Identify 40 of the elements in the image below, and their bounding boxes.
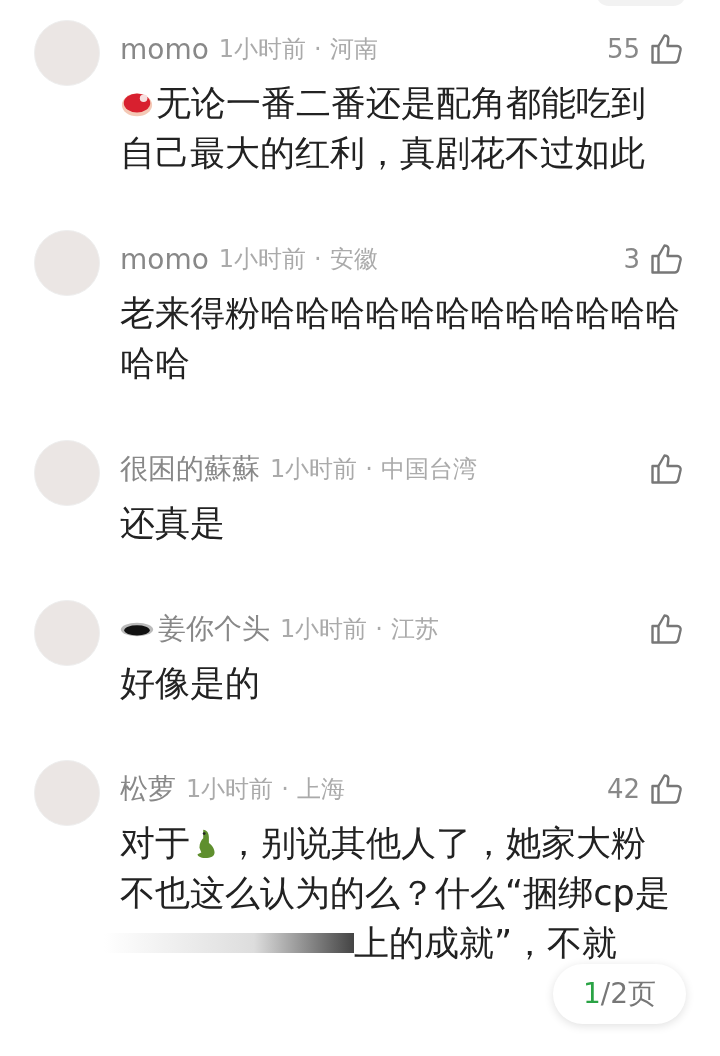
separator-dot: ·: [364, 455, 374, 483]
like-count: 55: [606, 34, 640, 64]
separator-dot: ·: [313, 245, 323, 273]
comment-text: 无论一番二番还是配角都能吃到: [156, 82, 646, 125]
comment-text: 还真是: [120, 502, 225, 545]
separator-dot: ·: [374, 615, 384, 643]
thumbs-up-icon[interactable]: [648, 451, 684, 487]
comment-time: 1小时前: [218, 34, 307, 65]
user-name[interactable]: 很困的蘇蘇: [120, 450, 260, 488]
comment-time: 1小时前: [218, 244, 307, 275]
page-indicator[interactable]: 1/2页: [552, 964, 686, 1024]
comment-text: 老来得粉哈哈哈哈哈哈哈哈哈哈哈哈: [120, 292, 680, 335]
comment-location: 安徽: [329, 244, 378, 275]
comment-text: 上的成就”，不就: [354, 922, 618, 965]
comment-text: 哈哈: [120, 342, 190, 385]
comment-time: 1小时前: [186, 774, 274, 805]
user-name[interactable]: 姜你个头: [158, 610, 270, 648]
comment-text: ，别说其他人了，她家大粉: [226, 822, 646, 865]
comment-text: 好像是的: [120, 662, 260, 705]
like-count: 42: [606, 774, 640, 804]
comment-location: 中国台湾: [380, 454, 477, 485]
user-name[interactable]: momo: [120, 242, 209, 276]
thumbs-up-icon[interactable]: [648, 31, 684, 67]
comment-location: 江苏: [390, 614, 439, 645]
like-count: 3: [623, 244, 640, 274]
user-name[interactable]: momo: [120, 32, 209, 66]
thumbs-up-icon[interactable]: [648, 611, 684, 647]
comment-location: 上海: [296, 774, 345, 805]
thumbs-up-icon[interactable]: [648, 771, 684, 807]
separator-dot: ·: [313, 35, 323, 63]
thumbs-up-icon[interactable]: [648, 241, 684, 277]
comment-time: 1小时前: [280, 614, 368, 645]
comment-time: 1小时前: [270, 454, 358, 485]
comment-text: 不也这么认为的么？什么“捆绑cp是: [120, 872, 670, 915]
comment-text: 对于: [120, 822, 190, 865]
user-name[interactable]: 松萝: [120, 770, 176, 808]
separator-dot: ·: [280, 775, 290, 803]
hole-icon: [120, 620, 154, 638]
comment-location: 河南: [329, 34, 378, 65]
comment-text: 自己最大的红利，真剧花不过如此: [120, 132, 645, 175]
